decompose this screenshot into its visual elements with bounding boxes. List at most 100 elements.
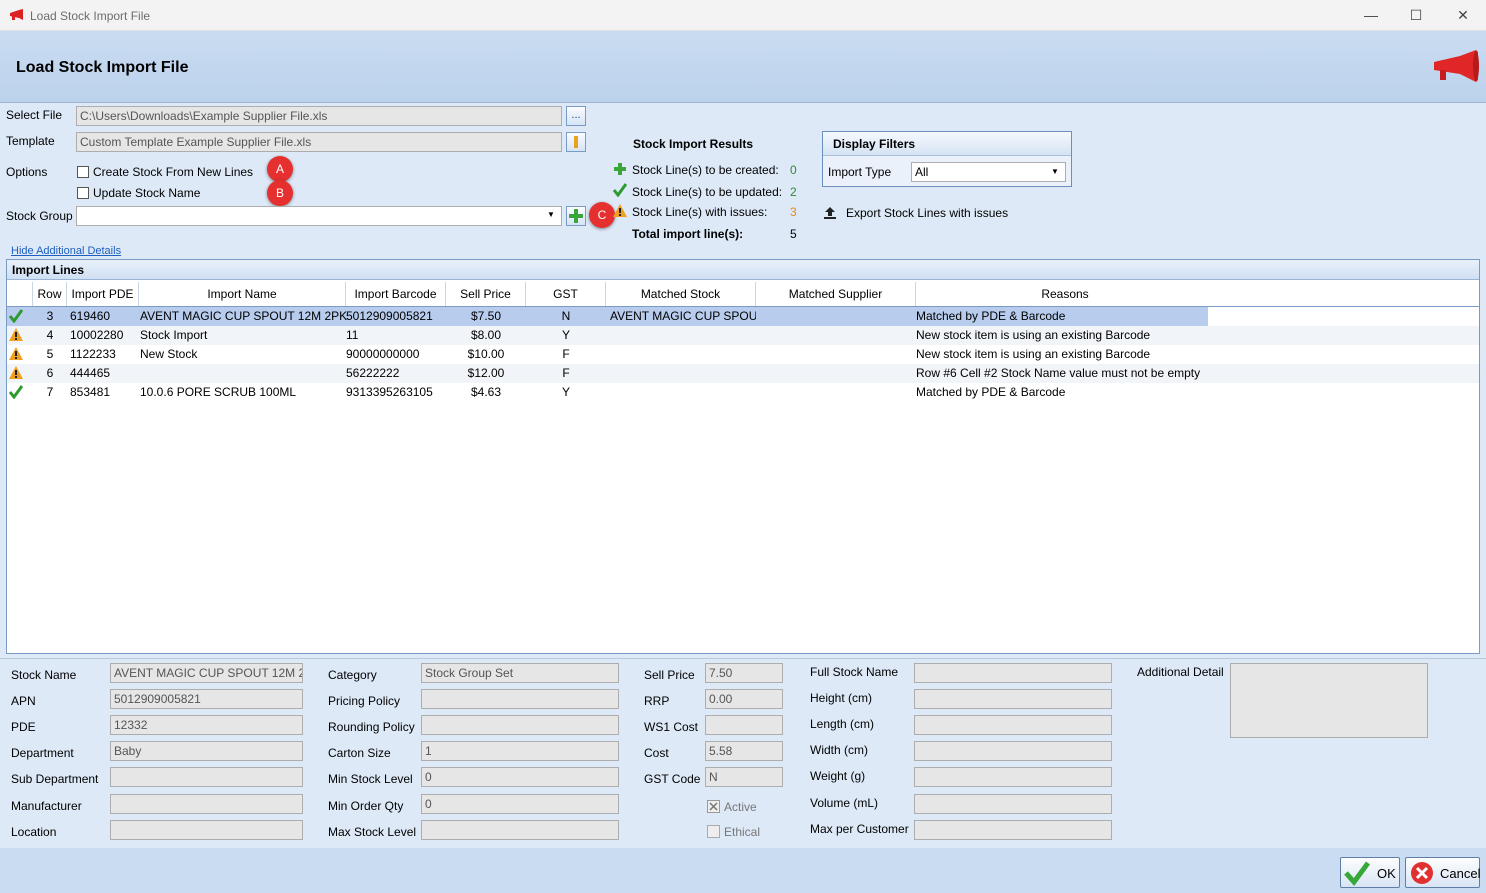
additional-detail-field[interactable] xyxy=(1230,663,1428,738)
detail-field[interactable] xyxy=(705,715,783,735)
detail-field[interactable] xyxy=(914,741,1112,761)
ethical-label: Ethical xyxy=(724,825,761,839)
column-header[interactable]: Sell Price xyxy=(446,282,526,306)
ok-label: OK xyxy=(1377,866,1396,881)
table-cell-pde: 444465 xyxy=(70,366,111,380)
detail-label: RRP xyxy=(644,694,670,708)
chevron-down-icon: ▼ xyxy=(1051,167,1059,176)
table-cell-matched-stock xyxy=(610,364,756,383)
table-cell-matched-supplier xyxy=(759,345,914,364)
detail-field[interactable]: Baby xyxy=(110,741,303,761)
column-header[interactable]: Import Name xyxy=(139,282,346,306)
warning-icon xyxy=(613,204,627,217)
issues-count: 3 xyxy=(790,205,797,219)
import-type-select[interactable]: All xyxy=(911,162,1066,182)
active-checkbox[interactable] xyxy=(707,800,720,813)
detail-field[interactable] xyxy=(914,767,1112,787)
hide-details-link[interactable]: Hide Additional Details xyxy=(11,245,121,257)
detail-field[interactable]: 0.00 xyxy=(705,689,783,709)
detail-field[interactable] xyxy=(110,820,303,840)
ethical-checkbox[interactable] xyxy=(707,825,720,838)
table-row[interactable]: 7 853481 10.0.6 PORE SCRUB 100ML 9313395263… xyxy=(7,383,1479,402)
export-issues-button[interactable]: Export Stock Lines with issues xyxy=(846,206,1008,220)
template-field[interactable]: Custom Template Example Supplier File.xl… xyxy=(76,132,562,152)
table-row[interactable]: 6 444465 56222222 $12.00 F Row #6 Cell #2 Sto… xyxy=(7,364,1479,383)
table-row[interactable]: 4 10002280 Stock Import 11 $8.00 Y New stock i… xyxy=(7,326,1479,345)
column-header[interactable]: Matched Stock xyxy=(606,282,756,306)
template-label: Template xyxy=(6,134,55,148)
select-file-label: Select File xyxy=(6,108,63,122)
created-count: 0 xyxy=(790,163,797,177)
detail-field[interactable]: 5.58 xyxy=(705,741,783,761)
cancel-button[interactable]: Cancel xyxy=(1405,857,1480,888)
table-cell-name: AVENT MAGIC CUP SPOUT 12M 2PK xyxy=(140,309,347,323)
table-cell-matched-stock xyxy=(610,326,756,345)
update-name-checkbox[interactable] xyxy=(77,187,89,199)
detail-field[interactable] xyxy=(914,715,1112,735)
detail-field[interactable]: 12332 xyxy=(110,715,303,735)
detail-field[interactable] xyxy=(914,794,1112,814)
detail-label: Carton Size xyxy=(328,746,391,760)
maximize-button[interactable]: ☐ xyxy=(1393,0,1439,31)
detail-label: Width (cm) xyxy=(810,743,868,757)
table-cell-pde: 10002280 xyxy=(70,328,124,342)
import-lines-title: Import Lines xyxy=(7,260,1479,280)
detail-field[interactable] xyxy=(914,663,1112,683)
detail-label: Manufacturer xyxy=(11,799,82,813)
table-cell-price: $10.00 xyxy=(467,347,505,361)
annotation-badge-b: B xyxy=(267,180,293,206)
annotation-badge-c: C xyxy=(589,202,615,228)
detail-field[interactable]: 0 xyxy=(421,767,619,787)
update-name-label: Update Stock Name xyxy=(93,186,201,200)
add-stock-group-button[interactable] xyxy=(566,206,586,226)
detail-field[interactable]: N xyxy=(705,767,783,787)
chevron-down-icon: ▼ xyxy=(547,210,555,219)
check-icon xyxy=(9,385,23,399)
column-header[interactable]: Reasons xyxy=(916,282,1214,306)
column-header[interactable]: GST xyxy=(526,282,606,306)
ok-button[interactable]: OK xyxy=(1340,857,1400,888)
detail-label: Sell Price xyxy=(644,668,695,682)
table-cell-pde: 619460 xyxy=(70,309,111,323)
template-info-button[interactable] xyxy=(566,132,586,152)
table-cell-row: 4 xyxy=(46,328,54,342)
detail-field[interactable]: 1 xyxy=(421,741,619,761)
detail-field[interactable]: 7.50 xyxy=(705,663,783,683)
column-header[interactable]: Import PDE xyxy=(67,282,139,306)
detail-field[interactable]: 0 xyxy=(421,794,619,814)
detail-field[interactable] xyxy=(421,820,619,840)
column-header[interactable]: Matched Supplier xyxy=(756,282,916,306)
column-header[interactable]: Import Barcode xyxy=(346,282,446,306)
column-header[interactable]: Row xyxy=(33,282,67,306)
select-file-field[interactable]: C:\Users\Downloads\Example Supplier File… xyxy=(76,106,562,126)
detail-field[interactable]: 5012909005821 xyxy=(110,689,303,709)
detail-field[interactable]: Stock Group Set xyxy=(421,663,619,683)
detail-field[interactable] xyxy=(421,715,619,735)
stock-group-select[interactable] xyxy=(76,206,562,226)
detail-field[interactable]: AVENT MAGIC CUP SPOUT 12M 2PK xyxy=(110,663,303,683)
detail-field[interactable] xyxy=(421,689,619,709)
detail-label: Height (cm) xyxy=(810,691,873,705)
plus-icon xyxy=(614,163,626,175)
import-lines-grid: Import Lines Row Import PDE Import Name … xyxy=(6,259,1480,654)
detail-label: Full Stock Name xyxy=(810,665,899,679)
browse-button[interactable]: ... xyxy=(566,106,586,126)
table-row[interactable]: 5 1122233 New Stock 90000000000 $10.00 F New s… xyxy=(7,345,1479,364)
total-count: 5 xyxy=(790,227,797,241)
create-stock-checkbox[interactable] xyxy=(77,166,89,178)
table-cell-name: Stock Import xyxy=(140,328,208,342)
table-row[interactable]: 3 619460 AVENT MAGIC CUP SPOUT 12M 2PK 5012… xyxy=(7,307,1479,326)
close-button[interactable]: ✕ xyxy=(1440,0,1486,31)
detail-field[interactable] xyxy=(110,767,303,787)
table-cell-matched-supplier xyxy=(759,364,914,383)
check-icon xyxy=(613,183,627,197)
detail-label: PDE xyxy=(11,720,36,734)
detail-field[interactable] xyxy=(914,689,1112,709)
table-cell-gst: F xyxy=(562,347,570,361)
table-cell-gst: N xyxy=(561,309,571,323)
column-header-status xyxy=(7,282,33,306)
import-type-label: Import Type xyxy=(828,165,892,179)
detail-field[interactable] xyxy=(914,820,1112,840)
minimize-button[interactable]: — xyxy=(1348,0,1394,31)
detail-field[interactable] xyxy=(110,794,303,814)
